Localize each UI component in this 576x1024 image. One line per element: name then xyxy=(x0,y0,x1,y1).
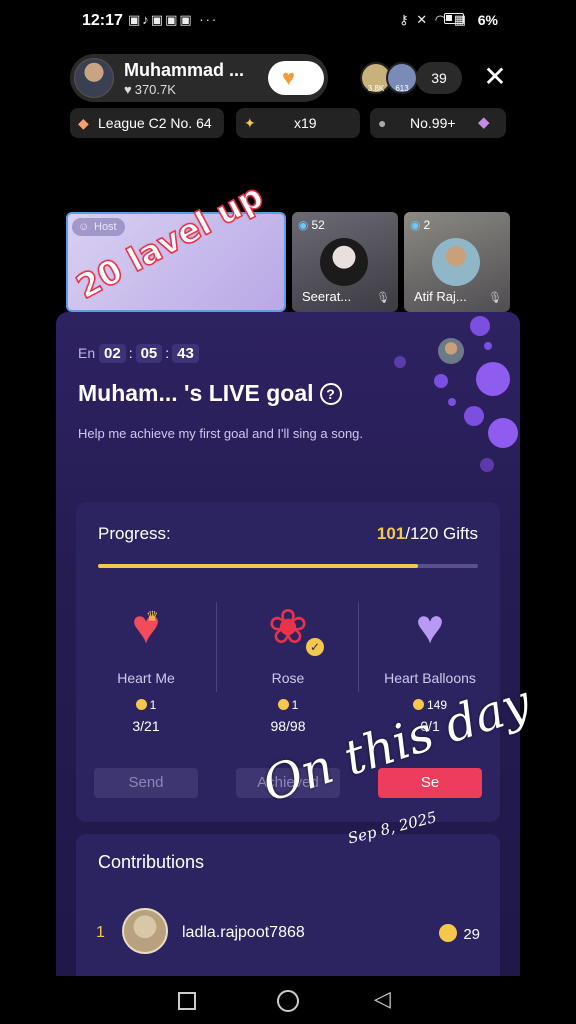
host-icon: ☺ xyxy=(78,221,90,233)
progress-track xyxy=(98,564,478,568)
timer-hours: 02 xyxy=(99,344,126,363)
progress-count: 101/120 Gifts xyxy=(376,524,478,543)
decor-bubble xyxy=(484,342,492,350)
host-profile-pill[interactable]: Muhammad ... ♥ 370.7K ♥ xyxy=(70,54,328,102)
progress-fill xyxy=(98,564,418,568)
timer-seconds: 43 xyxy=(172,344,199,363)
contributions-title: Contributions xyxy=(98,852,205,872)
follow-button[interactable]: ♥ xyxy=(268,61,324,95)
host-badge: ☺ Host xyxy=(72,218,125,236)
goal-description: Help me achieve my first goal and I'll s… xyxy=(78,426,364,441)
guest-name: Seerat... xyxy=(302,289,352,304)
decor-bubble xyxy=(480,458,494,472)
decor-bubble xyxy=(476,362,510,396)
host-name: Muhammad ... xyxy=(124,60,245,80)
host-likes: ♥ 370.7K xyxy=(124,82,176,97)
gift-name: Rose xyxy=(271,670,305,686)
decor-bubble xyxy=(434,374,448,388)
decor-bubble xyxy=(394,356,406,368)
home-button[interactable] xyxy=(277,990,299,1012)
heart-icon: ♥ xyxy=(124,82,132,97)
guest-avatar xyxy=(320,238,368,286)
guest-count-badge: ◉ 52 xyxy=(298,218,325,232)
rank-chip[interactable]: ● No.99+ ◆ xyxy=(370,108,506,138)
contributor-avatar[interactable] xyxy=(122,908,168,954)
gift-progress: 3/21 xyxy=(132,718,160,734)
system-nav-bar: ◁ xyxy=(0,976,576,1024)
gift-progress: 98/98 xyxy=(270,718,306,734)
decor-bubble xyxy=(470,316,490,336)
back-button[interactable]: ◁ xyxy=(374,986,391,1012)
close-button[interactable]: ✕ xyxy=(482,62,508,92)
help-icon[interactable]: ? xyxy=(319,383,342,405)
divider xyxy=(216,602,217,692)
check-icon: ✓ xyxy=(306,638,324,656)
goal-timer: En 02:05:43 xyxy=(78,344,199,363)
gift-icon: ✦ xyxy=(244,115,256,131)
rank-label: No.99+ xyxy=(410,115,456,131)
guest-count-badge: ◉ 2 xyxy=(410,218,431,232)
gift-cost: 1 xyxy=(76,698,216,712)
send-heart-me-button[interactable]: Send xyxy=(94,768,198,798)
gift-count: x19 xyxy=(294,115,317,131)
gift-cost: 1 xyxy=(218,698,358,712)
decor-bubble xyxy=(448,398,456,406)
gift-name: Heart Me xyxy=(117,670,175,686)
crown-icon: ♛ xyxy=(146,608,159,624)
coin-icon xyxy=(439,924,458,942)
guest-tile[interactable]: ◉ 2 Atif Raj... 🎙 xyxy=(404,212,510,312)
guest-avatar xyxy=(432,238,480,286)
gem-icon: ◆ xyxy=(478,114,490,131)
decor-bubble xyxy=(464,406,484,426)
contributor-rank: 1 xyxy=(96,924,105,941)
diamond-icon: ◆ xyxy=(78,115,89,131)
battery-icon xyxy=(444,13,464,24)
progress-label: Progress: xyxy=(98,524,171,543)
gift-name: Heart Balloons xyxy=(384,670,476,686)
divider xyxy=(358,602,359,692)
follow-heart-icon: ♥ xyxy=(282,65,296,90)
coin-icon xyxy=(277,699,289,710)
rank-avatar-icon: ● xyxy=(378,115,387,131)
heart-balloons-icon: ♥ xyxy=(415,601,445,654)
host-mini-avatar xyxy=(438,338,464,364)
guest-icon: ◉ xyxy=(410,218,421,232)
status-bar: 12:17 ▣♪▣▣▣ ··· ⚷ ✕ ◠ ▦ 6% xyxy=(0,0,576,40)
league-chip[interactable]: ◆ League C2 No. 64 xyxy=(70,108,224,138)
recents-button[interactable] xyxy=(178,992,196,1010)
contributor-score: 29 xyxy=(439,924,480,943)
rose-icon: ❀ ✓ xyxy=(258,598,324,658)
contributions-card: Contributions 1 ladla.rajpoot7868 29 xyxy=(76,834,500,976)
battery-percent: 6% xyxy=(477,12,498,28)
guest-tile[interactable]: ◉ 52 Seerat... 🎙 xyxy=(292,212,398,312)
league-label: League C2 No. 64 xyxy=(98,115,212,131)
mic-muted-icon: 🎙 xyxy=(376,292,390,304)
gift-chip[interactable]: ✦ x19 xyxy=(236,108,360,138)
guest-icon: ◉ xyxy=(298,218,309,232)
viewer-count[interactable]: 39 xyxy=(416,62,462,94)
guest-name: Atif Raj... xyxy=(414,289,467,304)
heart-me-icon: ♥ ♛ xyxy=(116,598,176,658)
top-viewer-avatar[interactable]: 613 xyxy=(386,62,418,94)
gift-heart-me[interactable]: ♥ ♛ Heart Me 1 3/21 xyxy=(76,598,216,734)
mic-muted-icon: 🎙 xyxy=(488,292,502,304)
notification-icons: ▣♪▣▣▣ ··· xyxy=(128,12,219,27)
status-time: 12:17 xyxy=(82,12,123,29)
coin-icon xyxy=(135,699,147,710)
contributor-name[interactable]: ladla.rajpoot7868 xyxy=(182,924,305,942)
decor-bubble xyxy=(488,418,518,448)
goal-title: Muham... 's LIVE goal? xyxy=(78,380,342,407)
gift-rose[interactable]: ❀ ✓ Rose 1 98/98 xyxy=(218,598,358,734)
timer-minutes: 05 xyxy=(135,344,163,363)
host-avatar[interactable] xyxy=(74,58,114,98)
live-goal-panel: En 02:05:43 Muham... 's LIVE goal? Help … xyxy=(56,312,520,976)
